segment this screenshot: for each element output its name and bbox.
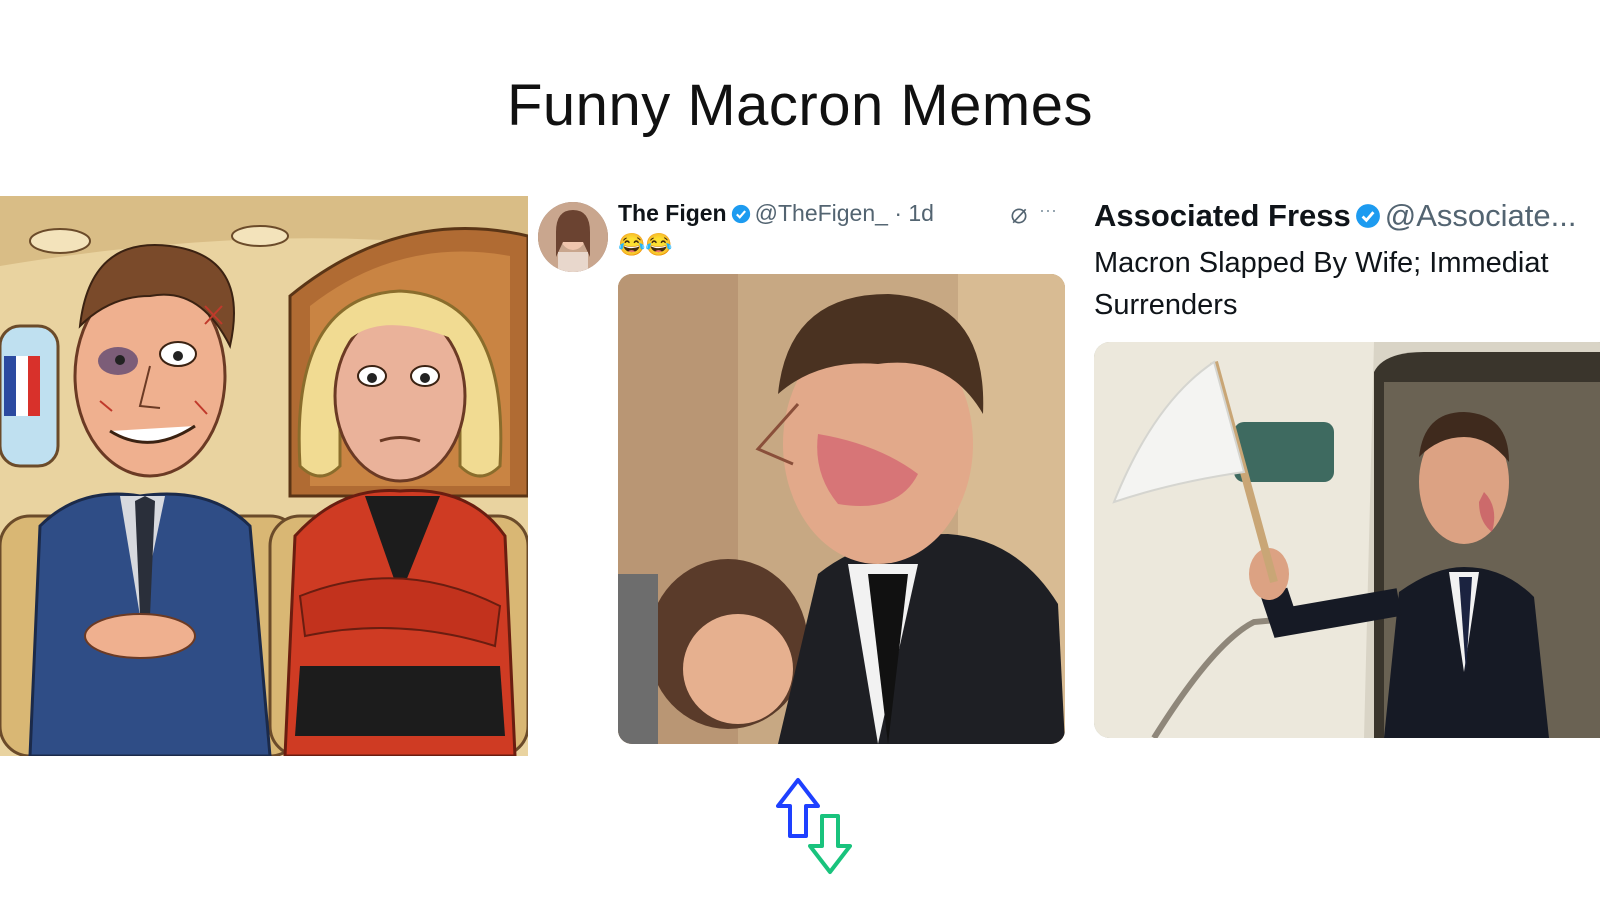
author-name[interactable]: Associated Fress	[1094, 198, 1351, 233]
tweet-photo[interactable]	[1094, 342, 1600, 738]
tweet-time[interactable]: · 1d	[894, 200, 934, 226]
tweet-header: Associated Fress @Associate...	[1094, 198, 1576, 234]
cartoon-couple-on-plane-icon	[0, 196, 528, 756]
tweet-text: Macron Slapped By Wife; Immediat Surrend…	[1094, 242, 1600, 326]
tweet-text-line-1: Macron Slapped By Wife; Immediat	[1094, 247, 1549, 279]
tweet-card-figen[interactable]: The Figen @TheFigen_ · 1d ··· 😂😂	[528, 196, 1065, 750]
more-options-icon[interactable]: ···	[1039, 200, 1057, 221]
tweet-card-fress[interactable]: Associated Fress @Associate... Macron Sla…	[1080, 196, 1600, 746]
tweet-header: The Figen @TheFigen_ · 1d	[618, 200, 934, 227]
up-down-arrows-logo-icon	[776, 778, 852, 874]
slide-title: Funny Macron Memes	[507, 73, 1093, 138]
author-name[interactable]: The Figen	[618, 200, 727, 226]
tweet-photo[interactable]	[618, 274, 1065, 744]
cartoon-image	[0, 196, 528, 756]
avatar[interactable]	[538, 202, 608, 272]
verified-badge-icon	[731, 204, 750, 224]
tweet-text: 😂😂	[618, 232, 673, 257]
author-handle[interactable]: @Associate...	[1385, 198, 1577, 233]
photo-man-profile-icon	[618, 274, 1065, 744]
tweet-text-line-2: Surrenders	[1094, 289, 1238, 321]
grok-icon[interactable]	[1009, 206, 1029, 226]
avatar-portrait-icon	[538, 202, 608, 272]
photo-man-white-flag-icon	[1094, 342, 1600, 738]
slide: Funny Macron Memes The Figen @TheFigen_ …	[0, 0, 1600, 900]
verified-badge-icon	[1355, 204, 1380, 228]
author-handle[interactable]: @TheFigen_	[755, 200, 888, 226]
